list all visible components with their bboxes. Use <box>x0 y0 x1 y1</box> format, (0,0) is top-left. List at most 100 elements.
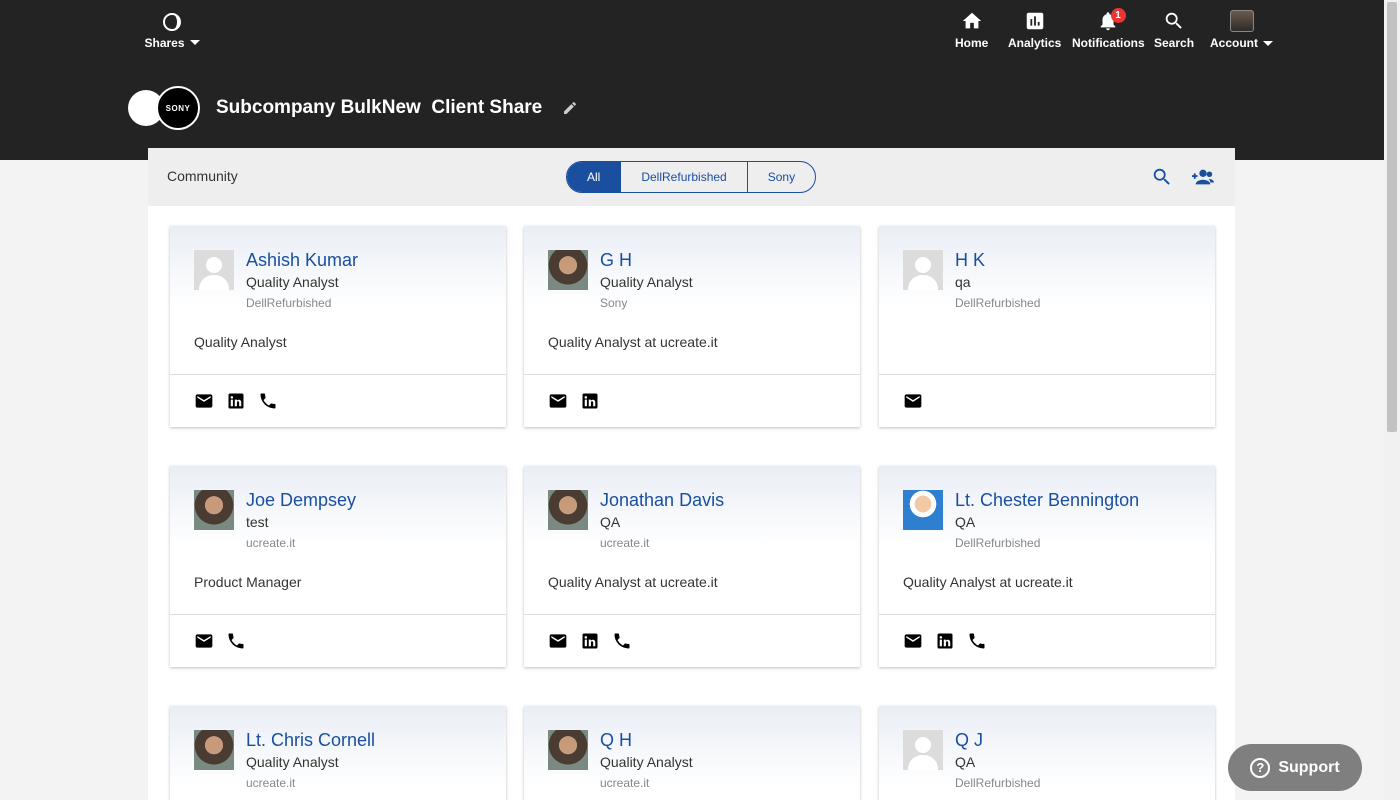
member-card: H K qa DellRefurbished <box>879 226 1215 427</box>
scrollbar-thumb[interactable] <box>1387 2 1397 432</box>
nav-search[interactable]: Search <box>1154 10 1194 50</box>
nav-account[interactable]: Account <box>1210 10 1273 50</box>
member-card-body: Q J QA DellRefurbished <box>879 706 1215 800</box>
phone-icon[interactable] <box>967 631 987 651</box>
nav-analytics[interactable]: Analytics <box>1008 10 1061 50</box>
member-card: Ashish Kumar Quality Analyst DellRefurbish… <box>170 226 506 427</box>
phone-icon[interactable] <box>226 631 246 651</box>
member-organization: DellRefurbished <box>955 536 1041 550</box>
avatar[interactable] <box>194 490 234 530</box>
avatar[interactable] <box>548 730 588 770</box>
mail-icon[interactable] <box>548 631 568 651</box>
mail-icon[interactable] <box>194 631 214 651</box>
member-role: QA <box>955 514 976 530</box>
linkedin-icon[interactable] <box>935 631 955 651</box>
community-header: Community All DellRefurbished Sony <box>148 148 1235 206</box>
avatar[interactable] <box>903 490 943 530</box>
member-card: Jonathan Davis QA ucreate.it Quality Analys… <box>524 466 860 667</box>
member-name[interactable]: G H <box>600 250 693 270</box>
nav-home[interactable]: Home <box>955 10 988 50</box>
nav-analytics-label: Analytics <box>1008 36 1062 50</box>
search-icon <box>1165 12 1182 29</box>
notifications-badge: 1 <box>1110 8 1126 23</box>
filter-dellrefurbished[interactable]: DellRefurbished <box>620 162 746 192</box>
member-organization: DellRefurbished <box>246 296 332 310</box>
shares-logo-icon <box>163 13 181 31</box>
member-name[interactable]: Lt. Chris Cornell <box>246 730 375 750</box>
member-info: Jonathan Davis QA ucreate.it <box>600 490 724 552</box>
member-card-body: G H Quality Analyst Sony Quality Analyst at… <box>524 226 860 352</box>
member-card-body: Lt. Chester Bennington QA DellRefurbished Q… <box>879 466 1215 592</box>
member-name[interactable]: Q J <box>955 730 1040 750</box>
member-card-body: H K qa DellRefurbished <box>879 226 1215 352</box>
nav-notifications-label: Notifications <box>1072 36 1145 50</box>
member-name[interactable]: Ashish Kumar <box>246 250 358 270</box>
member-role: test <box>246 514 269 530</box>
member-description: Quality Analyst at ucreate.it <box>903 574 1073 590</box>
shares-menu[interactable]: Shares <box>142 12 202 52</box>
pencil-icon[interactable] <box>562 100 578 116</box>
member-name[interactable]: Lt. Chester Bennington <box>955 490 1139 510</box>
member-info: G H Quality Analyst Sony <box>600 250 693 312</box>
search-icon[interactable] <box>1151 166 1173 188</box>
avatar[interactable] <box>548 250 588 290</box>
avatar[interactable] <box>194 730 234 770</box>
avatar[interactable] <box>903 250 943 290</box>
member-role: QA <box>955 754 976 770</box>
linkedin-icon[interactable] <box>580 391 600 411</box>
mail-icon[interactable] <box>194 391 214 411</box>
avatar[interactable] <box>548 490 588 530</box>
chevron-down-icon <box>1263 41 1273 47</box>
member-name[interactable]: H K <box>955 250 1040 270</box>
mail-icon[interactable] <box>903 391 923 411</box>
home-icon <box>962 12 981 29</box>
chevron-down-icon <box>189 40 200 46</box>
add-person-icon[interactable] <box>1190 166 1216 188</box>
member-description: Product Manager <box>194 574 302 590</box>
member-organization: ucreate.it <box>246 536 296 550</box>
member-description: Quality Analyst at ucreate.it <box>548 334 718 350</box>
contact-actions <box>524 614 860 667</box>
member-organization: Sony <box>600 296 628 310</box>
member-info: Ashish Kumar Quality Analyst DellRefurbish… <box>246 250 358 312</box>
member-summary: Q H Quality Analyst ucreate.it <box>548 730 836 792</box>
phone-icon[interactable] <box>612 631 632 651</box>
member-name[interactable]: Q H <box>600 730 693 750</box>
nav-account-label: Account <box>1210 36 1258 50</box>
member-card: Q H Quality Analyst ucreate.it <box>524 706 860 800</box>
member-info: Q H Quality Analyst ucreate.it <box>600 730 693 792</box>
linkedin-icon[interactable] <box>226 391 246 411</box>
phone-icon[interactable] <box>258 391 278 411</box>
mail-icon[interactable] <box>903 631 923 651</box>
avatar[interactable] <box>194 250 234 290</box>
member-name[interactable]: Jonathan Davis <box>600 490 724 510</box>
support-button[interactable]: ? Support <box>1228 744 1362 791</box>
help-icon: ? <box>1250 757 1271 778</box>
member-role: Quality Analyst <box>600 274 693 290</box>
contact-actions <box>170 374 506 427</box>
top-bar: Shares Home Analytics 1 Notifications Se… <box>0 0 1384 160</box>
member-summary: Lt. Chris Cornell Quality Analyst ucreate.… <box>194 730 482 792</box>
member-organization: ucreate.it <box>600 776 650 790</box>
member-info: Lt. Chris Cornell Quality Analyst ucreate.… <box>246 730 375 792</box>
mail-icon[interactable] <box>548 391 568 411</box>
contact-actions <box>170 614 506 667</box>
linkedin-icon[interactable] <box>580 631 600 651</box>
member-summary: Jonathan Davis QA ucreate.it <box>548 490 836 552</box>
member-info: Lt. Chester Bennington QA DellRefurbished <box>955 490 1139 552</box>
filter-sony[interactable]: Sony <box>746 162 815 192</box>
support-label: Support <box>1278 758 1340 776</box>
contact-actions <box>524 374 860 427</box>
nav-search-label: Search <box>1154 36 1195 50</box>
member-card: Lt. Chester Bennington QA DellRefurbished Q… <box>879 466 1215 667</box>
filter-all[interactable]: All <box>567 162 621 192</box>
avatar[interactable] <box>903 730 943 770</box>
member-info: H K qa DellRefurbished <box>955 250 1040 312</box>
member-summary: Lt. Chester Bennington QA DellRefurbished <box>903 490 1191 552</box>
member-role: QA <box>600 514 621 530</box>
scrollbar[interactable] <box>1384 0 1400 800</box>
nav-notifications[interactable]: 1 Notifications <box>1072 8 1145 50</box>
share-header: SONY Subcompany BulkNew Client Share <box>128 86 578 130</box>
member-summary: Ashish Kumar Quality Analyst DellRefurbish… <box>194 250 482 312</box>
member-name[interactable]: Joe Dempsey <box>246 490 356 510</box>
